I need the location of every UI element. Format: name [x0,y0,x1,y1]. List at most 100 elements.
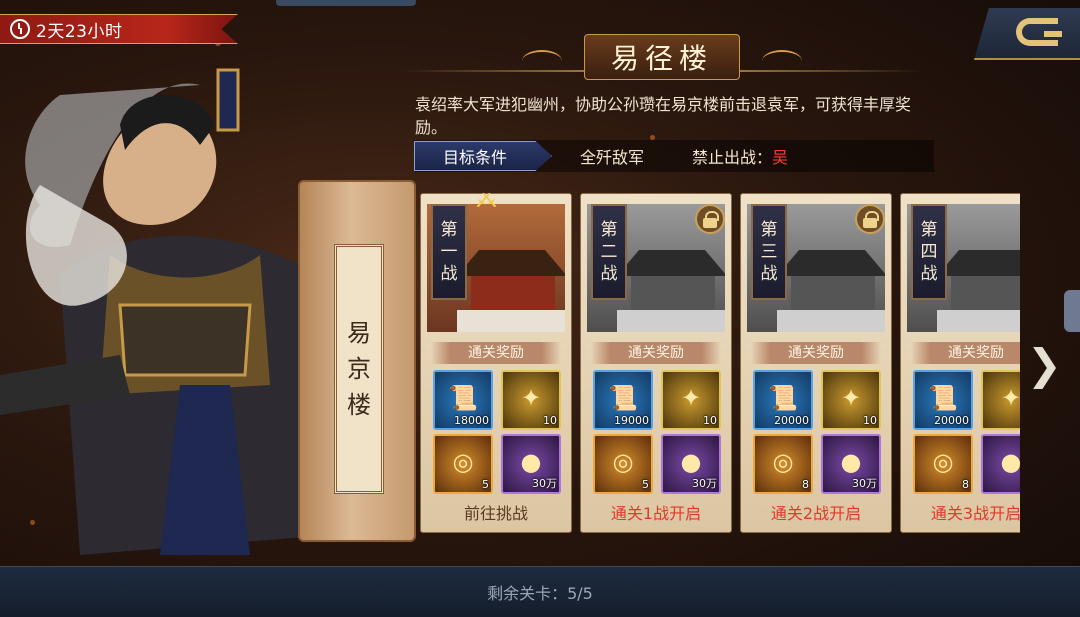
bag-icon: ● [680,448,702,476]
bottom-status-bar: 剩余关卡：5/5 [0,566,1080,617]
item-qty: 20000 [774,414,809,427]
stage-card-2[interactable]: 第 二 战 通关奖励 📜 19000 ✦ 10 ◎ 5 ● 30万 通关1战开启 [580,193,732,533]
back-button[interactable] [974,8,1080,60]
exp-scroll-item[interactable]: 📜 18000 [433,370,493,430]
stage-card-3[interactable]: 第 三 战 通关奖励 📜 20000 ✦ 10 ◎ 8 ● 30万 通关2战开启 [740,193,892,533]
unlock-requirement: 通关3战开启 [930,504,1020,523]
reward-title: 通关奖励 [751,342,881,364]
timer-text: 2天23小时 [36,21,123,42]
stage-card-1[interactable]: 第 一 战 ⚔ 通关奖励 📜 18000 ✦ 10 ◎ 5 ● 30万 前往挑战 [420,193,572,533]
scroll-icon: 📜 [448,384,478,412]
goal-text: 全歼敌军 [580,148,645,167]
title-banner: 易径楼 [402,34,922,80]
tag-char: 战 [760,264,778,284]
tag-char: 二 [600,242,618,262]
item-qty: 8 [802,478,809,491]
ban-value: 吴 [772,148,789,167]
scroll-char: 楼 [347,391,371,419]
tag-char: 第 [600,220,618,240]
reward-items: 📜20000 ✦10 ◎8 ●3 [913,370,1020,494]
scroll-icon: 📜 [928,384,958,412]
stage-list: 第 一 战 ⚔ 通关奖励 📜 18000 ✦ 10 ◎ 5 ● 30万 前往挑战 第 二… [420,193,1020,538]
ban-condition: 禁止出战：吴 [692,144,788,168]
location-scroll: 易 京 楼 [298,180,416,542]
flame-ornament [522,50,562,72]
flame-ornament [762,50,802,72]
tag-char: 战 [440,264,458,284]
tag-char: 一 [440,242,458,262]
event-description: 袁绍率大军进犯幽州，协助公孙瓒在易京楼前击退袁军，可获得丰厚奖励。 [415,95,912,137]
reward-title: 通关奖励 [591,342,721,364]
reward-title: 通关奖励 [911,342,1020,364]
lock-icon [855,204,885,234]
item-qty: 5 [482,478,489,491]
lock-icon [695,204,725,234]
coin-item[interactable]: ◎ 8 [913,434,973,494]
item-qty: 30万 [852,477,877,490]
reward-items: 📜 18000 ✦ 10 ◎ 5 ● 30万 [433,370,563,494]
stage-tag: 第 一 战 [431,204,467,300]
item-qty: 30万 [532,477,557,490]
gem-icon: ✦ [520,384,542,412]
tag-char: 战 [920,264,938,284]
title-plate: 易径楼 [583,34,740,80]
tag-char: 四 [920,242,938,262]
item-qty: 5 [642,478,649,491]
money-bag-item[interactable]: ● 30万 [501,434,561,494]
exp-scroll-item[interactable]: 📜 20000 [753,370,813,430]
exp-scroll-item[interactable]: 📜 19000 [593,370,653,430]
gem-key-item[interactable]: ✦10 [661,370,721,430]
item-qty: 10 [543,414,557,427]
stage-card-4[interactable]: 第 四 战 通关奖励 📜20000 ✦10 ◎8 ●3 通关3战开启 [900,193,1020,533]
scroll-label-box: 易 京 楼 [334,244,384,494]
gem-key-item[interactable]: ✦10 [821,370,881,430]
stage-tag: 第 二 战 [591,204,627,300]
tag-char: 第 [920,220,938,240]
tag-char: 第 [760,220,778,240]
reward-items: 📜 19000 ✦ 10 ◎ 5 ● 30万 [593,370,723,494]
tab-target-conditions[interactable]: 目标条件 [414,141,552,171]
money-bag-item[interactable]: ● 30万 [661,434,721,494]
stage-tag: 第 四 战 [911,204,947,300]
back-arrow-icon [1016,18,1062,46]
scroll-icon: 📜 [608,384,638,412]
money-bag-item[interactable]: ●3 [981,434,1020,494]
coin-icon: ◎ [772,448,794,476]
event-timer: 2天23小时 [0,14,238,44]
scroll-icon: 📜 [768,384,798,412]
coin-item[interactable]: ◎ 5 [593,434,653,494]
item-qty: 20000 [934,414,969,427]
item-qty: 19000 [614,414,649,427]
gem-key-item[interactable]: ✦10 [981,370,1020,430]
page-title: 易径楼 [610,42,713,75]
exp-scroll-item[interactable]: 📜 20000 [913,370,973,430]
gem-icon: ✦ [840,384,862,412]
coin-icon: ◎ [932,448,954,476]
coin-icon: ◎ [612,448,634,476]
tab-label: 目标条件 [443,148,508,167]
coin-item[interactable]: ◎ 5 [433,434,493,494]
bag-icon: ● [840,448,862,476]
money-bag-item[interactable]: ● 30万 [821,434,881,494]
tag-char: 三 [760,242,778,262]
go-challenge-button[interactable]: 前往挑战 [421,500,571,524]
item-qty: 8 [962,478,969,491]
item-qty: 10 [863,414,877,427]
condition-bar: 目标条件 全歼敌军 禁止出战：吴 [414,140,934,172]
crossed-swords-icon: ⚔ [473,193,500,215]
gem-key-item[interactable]: ✦10 [501,370,561,430]
bag-icon: ● [520,448,542,476]
coin-item[interactable]: ◎ 8 [753,434,813,494]
chevron-right-icon[interactable]: ❯ [1027,340,1062,389]
stage-tag: 第 三 战 [751,204,787,300]
ban-label: 禁止出战： [692,148,773,167]
scroll-char: 京 [347,355,371,383]
side-handle[interactable] [1064,290,1080,332]
tag-char: 战 [600,264,618,284]
clock-icon [10,19,30,39]
coin-icon: ◎ [452,448,474,476]
unlock-requirement: 通关1战开启 [610,504,702,523]
item-qty: 18000 [454,414,489,427]
top-tab-nub [276,0,416,6]
item-qty: 10 [703,414,717,427]
